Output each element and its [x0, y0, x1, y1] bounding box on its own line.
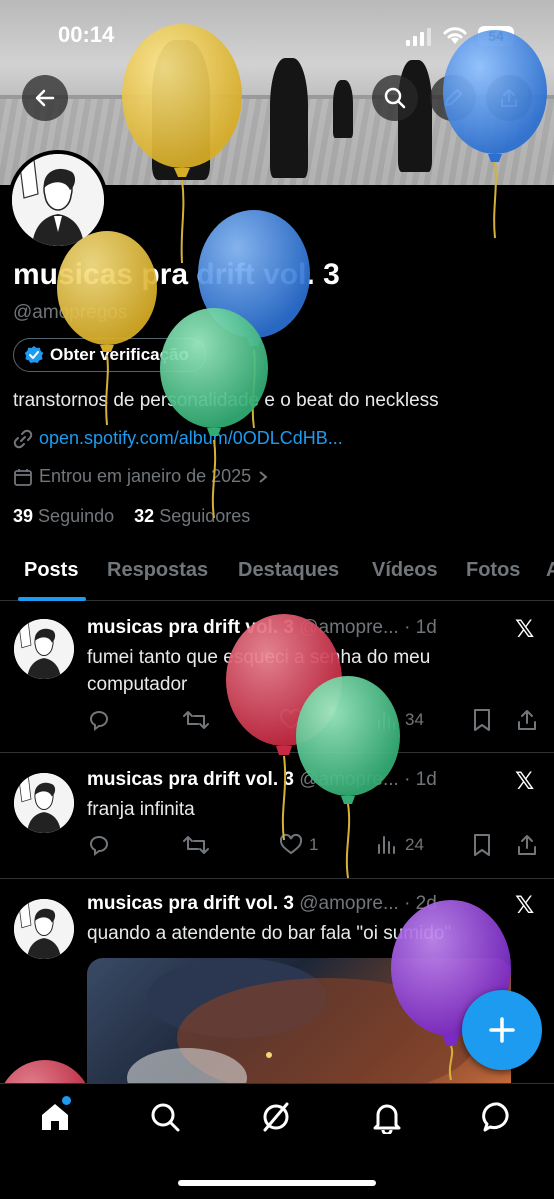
- compose-post-button[interactable]: [462, 990, 542, 1070]
- balloon-green: [160, 308, 268, 519]
- balloon-blue: [443, 30, 547, 239]
- search-icon: [151, 1103, 180, 1132]
- nav-home[interactable]: [38, 1096, 72, 1134]
- chat-bubble-icon: [482, 1102, 509, 1132]
- balloon-green: [296, 676, 400, 879]
- nav-messages[interactable]: [481, 1100, 515, 1134]
- nav-grok[interactable]: [259, 1100, 293, 1134]
- nav-notifications[interactable]: [370, 1100, 404, 1136]
- nav-search[interactable]: [148, 1100, 182, 1134]
- balloon-yellow: [57, 231, 157, 426]
- plus-icon: [489, 1017, 515, 1043]
- grok-icon: [263, 1102, 289, 1132]
- notification-dot: [62, 1096, 71, 1105]
- bell-icon: [373, 1104, 401, 1136]
- home-indicator[interactable]: [178, 1180, 376, 1186]
- home-icon: [42, 1104, 68, 1130]
